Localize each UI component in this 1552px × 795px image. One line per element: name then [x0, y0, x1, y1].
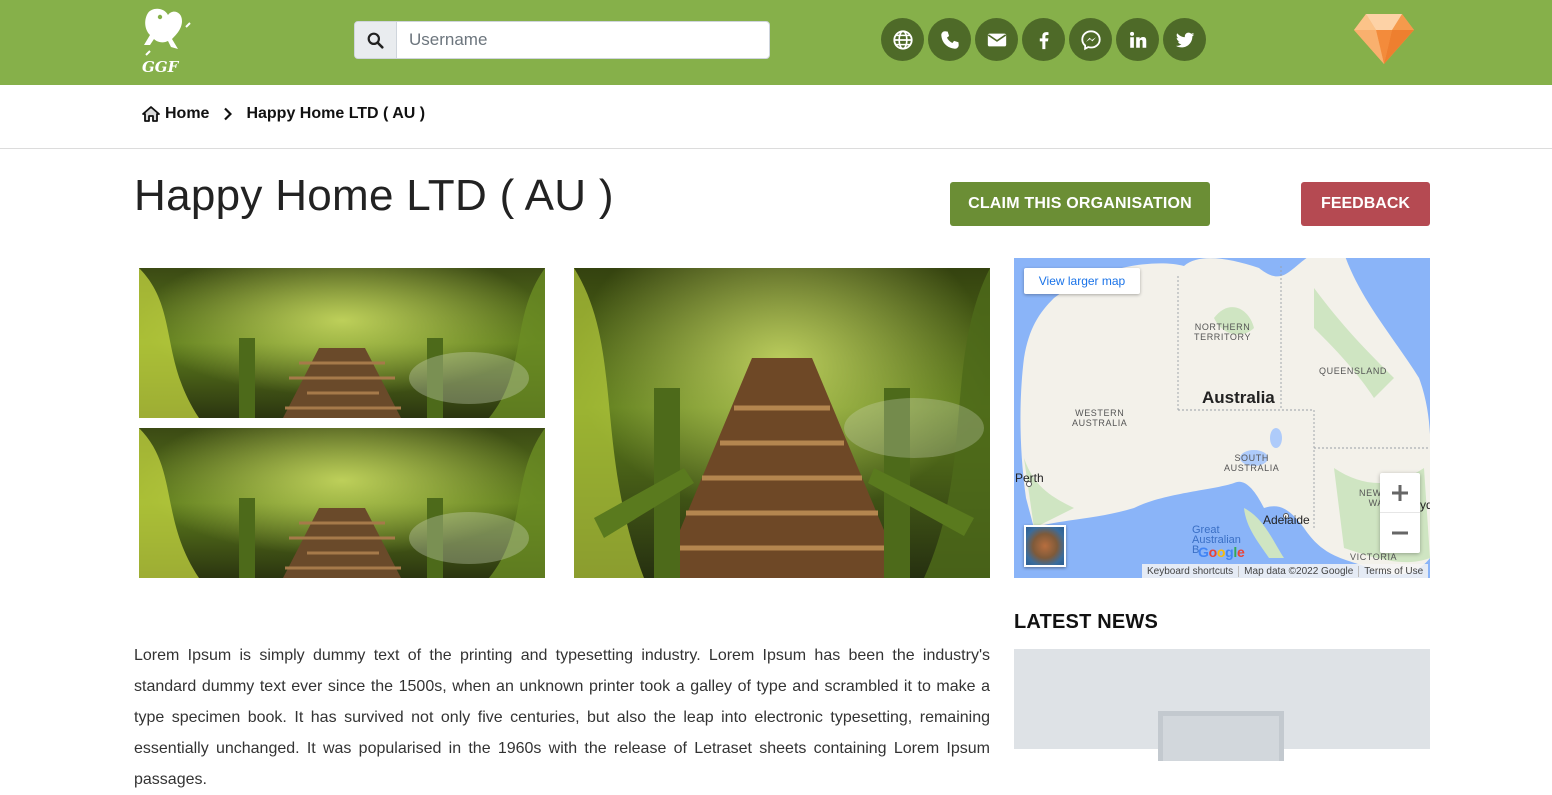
map-city-perth: Perth: [1015, 471, 1044, 485]
feedback-button[interactable]: FEEDBACK: [1301, 182, 1430, 226]
location-map[interactable]: View larger map NORTHERN TERRITORY QUEEN…: [1014, 258, 1430, 578]
phone-icon: [940, 30, 959, 49]
search-icon: [367, 32, 384, 49]
gallery-image-main[interactable]: [574, 268, 990, 578]
linkedin-icon: [1129, 31, 1146, 48]
logo-text: GGF: [142, 58, 180, 76]
breadcrumb-home-link[interactable]: Home: [142, 105, 209, 123]
breadcrumb: Home Happy Home LTD ( AU ): [142, 105, 425, 123]
map-city-adelaide: Adelaide: [1263, 513, 1310, 527]
messenger-icon: [1080, 29, 1101, 50]
view-larger-map-link[interactable]: View larger map: [1024, 268, 1140, 294]
facebook-link[interactable]: [1022, 18, 1065, 61]
latest-news-heading: LATEST NEWS: [1014, 611, 1159, 633]
gallery-image-2[interactable]: [139, 428, 545, 578]
page-title: Happy Home LTD ( AU ): [134, 171, 614, 220]
email-link[interactable]: [975, 18, 1018, 61]
terms-of-use-link[interactable]: Terms of Use: [1359, 566, 1428, 577]
username-search-input[interactable]: [397, 22, 769, 58]
website-link[interactable]: [881, 18, 924, 61]
plus-icon: [1392, 484, 1408, 501]
minus-icon: [1392, 531, 1408, 535]
breadcrumb-bar: Home Happy Home LTD ( AU ): [0, 85, 1552, 149]
news-image-placeholder[interactable]: [1014, 649, 1430, 761]
messenger-link[interactable]: [1069, 18, 1112, 61]
envelope-icon: [987, 33, 1006, 46]
map-attribution: Keyboard shortcuts Map data ©2022 Google…: [1142, 564, 1429, 578]
breadcrumb-home-label: Home: [165, 105, 210, 122]
gallery-image-1[interactable]: [139, 268, 545, 418]
top-header: GGF: [0, 0, 1552, 85]
phone-link[interactable]: [928, 18, 971, 61]
search-box: [354, 21, 770, 59]
globe-icon: [892, 29, 913, 50]
map-label-northern-territory: NORTHERN TERRITORY: [1194, 322, 1252, 342]
zoom-out-button[interactable]: [1380, 513, 1420, 553]
zoom-in-button[interactable]: [1380, 473, 1420, 513]
map-zoom-controls: [1380, 473, 1420, 553]
image-placeholder-icon: [1158, 711, 1284, 761]
claim-organisation-button[interactable]: CLAIM THIS ORGANISATION: [950, 182, 1210, 226]
twitter-icon: [1175, 32, 1194, 47]
breadcrumb-current: Happy Home LTD ( AU ): [246, 105, 426, 122]
google-logo: Google: [1198, 544, 1245, 560]
linkedin-link[interactable]: [1116, 18, 1159, 61]
chevron-right-icon: [223, 107, 233, 121]
site-logo[interactable]: GGF: [138, 5, 194, 77]
map-data-credit: Map data ©2022 Google: [1239, 565, 1360, 577]
diamond-icon[interactable]: [1352, 12, 1416, 66]
social-links: [881, 18, 1206, 61]
map-label-victoria: VICTORIA: [1350, 552, 1398, 562]
twitter-link[interactable]: [1163, 18, 1206, 61]
map-label-country: Australia: [1202, 388, 1275, 407]
satellite-toggle[interactable]: [1024, 525, 1066, 567]
organisation-description: Lorem Ipsum is simply dummy text of the …: [134, 647, 990, 788]
facebook-icon: [1039, 31, 1048, 49]
keyboard-shortcuts-link[interactable]: Keyboard shortcuts: [1142, 565, 1240, 577]
map-label-western-australia: WESTERN AUSTRALIA: [1072, 408, 1128, 428]
home-icon: [142, 106, 160, 122]
map-label-queensland: QUEENSLAND: [1319, 366, 1388, 376]
map-label-south-australia: SOUTH AUSTRALIA: [1224, 453, 1280, 473]
search-button[interactable]: [355, 22, 397, 58]
map-city-sydney: yd: [1420, 498, 1430, 512]
